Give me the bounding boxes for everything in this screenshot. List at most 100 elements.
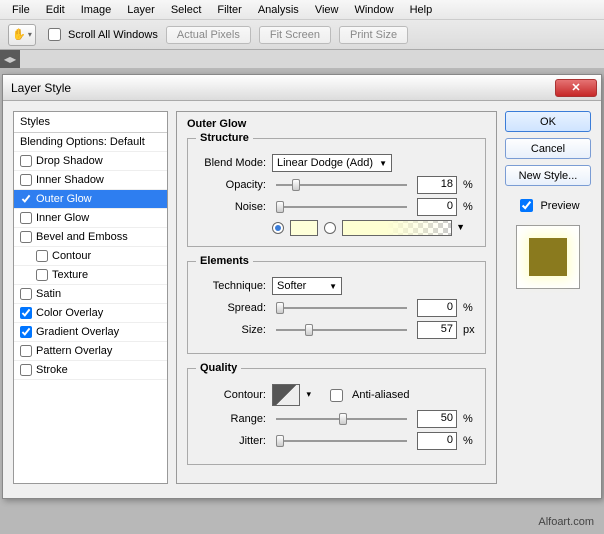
style-label: Texture <box>52 269 88 281</box>
gradient-radio[interactable] <box>324 222 336 234</box>
menu-edit[interactable]: Edit <box>38 2 73 18</box>
stroke-checkbox[interactable] <box>20 364 32 376</box>
technique-select[interactable]: Softer <box>272 277 342 295</box>
style-label: Satin <box>36 288 61 300</box>
menu-view[interactable]: View <box>307 2 347 18</box>
ok-button[interactable]: OK <box>505 111 591 132</box>
size-input[interactable]: 57 <box>417 321 457 339</box>
scroll-all-checkbox[interactable] <box>48 28 61 41</box>
close-button[interactable]: ✕ <box>555 79 597 97</box>
glow-color-swatch[interactable] <box>290 220 318 236</box>
style-satin[interactable]: Satin <box>14 285 167 304</box>
style-drop-shadow[interactable]: Drop Shadow <box>14 152 167 171</box>
gradient-overlay-checkbox[interactable] <box>20 326 32 338</box>
glow-gradient-picker[interactable] <box>342 220 452 236</box>
inner-shadow-checkbox[interactable] <box>20 174 32 186</box>
blend-mode-value: Linear Dodge (Add) <box>277 157 373 169</box>
hand-tool-icon[interactable]: ✋ <box>8 24 36 46</box>
style-label: Bevel and Emboss <box>36 231 128 243</box>
cancel-button[interactable]: Cancel <box>505 138 591 159</box>
unit-pct: % <box>463 302 477 314</box>
style-label: Pattern Overlay <box>36 345 112 357</box>
outer-glow-checkbox[interactable] <box>20 193 32 205</box>
noise-input[interactable]: 0 <box>417 198 457 216</box>
technique-value: Softer <box>277 280 306 292</box>
satin-checkbox[interactable] <box>20 288 32 300</box>
style-bevel-emboss[interactable]: Bevel and Emboss <box>14 228 167 247</box>
style-color-overlay[interactable]: Color Overlay <box>14 304 167 323</box>
opacity-slider[interactable] <box>276 178 407 192</box>
menu-window[interactable]: Window <box>346 2 401 18</box>
bevel-emboss-checkbox[interactable] <box>20 231 32 243</box>
actual-pixels-button[interactable]: Actual Pixels <box>166 26 251 44</box>
quality-group: Quality Contour: Anti-aliased Range: 50 … <box>187 362 486 465</box>
anti-aliased-checkbox[interactable] <box>330 389 343 402</box>
contour-picker[interactable] <box>272 384 300 406</box>
document-tabs: ◀▶ <box>0 50 604 68</box>
preview-checkbox[interactable] <box>520 199 533 212</box>
print-size-button[interactable]: Print Size <box>339 26 408 44</box>
jitter-slider[interactable] <box>276 434 407 448</box>
menu-filter[interactable]: Filter <box>209 2 249 18</box>
scroll-all-windows-checkbox[interactable]: Scroll All Windows <box>44 25 158 44</box>
pattern-overlay-checkbox[interactable] <box>20 345 32 357</box>
style-gradient-overlay[interactable]: Gradient Overlay <box>14 323 167 342</box>
unit-pct: % <box>463 179 477 191</box>
fit-screen-button[interactable]: Fit Screen <box>259 26 331 44</box>
preview-label: Preview <box>540 200 579 212</box>
style-outer-glow[interactable]: Outer Glow <box>14 190 167 209</box>
style-inner-shadow[interactable]: Inner Shadow <box>14 171 167 190</box>
new-style-button[interactable]: New Style... <box>505 165 591 186</box>
anti-aliased-label: Anti-aliased <box>352 389 409 401</box>
styles-header[interactable]: Styles <box>14 112 167 133</box>
blend-mode-select[interactable]: Linear Dodge (Add) <box>272 154 392 172</box>
blending-options-row[interactable]: Blending Options: Default <box>14 133 167 152</box>
style-label: Inner Shadow <box>36 174 104 186</box>
size-label: Size: <box>196 324 266 336</box>
style-contour[interactable]: Contour <box>14 247 167 266</box>
jitter-label: Jitter: <box>196 435 266 447</box>
range-slider[interactable] <box>276 412 407 426</box>
range-input[interactable]: 50 <box>417 410 457 428</box>
menu-file[interactable]: File <box>4 2 38 18</box>
size-slider[interactable] <box>276 323 407 337</box>
spread-slider[interactable] <box>276 301 407 315</box>
style-pattern-overlay[interactable]: Pattern Overlay <box>14 342 167 361</box>
color-radio[interactable] <box>272 222 284 234</box>
scroll-all-label: Scroll All Windows <box>68 29 158 41</box>
layer-style-dialog: Layer Style ✕ Styles Blending Options: D… <box>2 74 602 499</box>
preview-thumbnail <box>516 225 580 289</box>
menu-layer[interactable]: Layer <box>119 2 163 18</box>
opacity-input[interactable]: 18 <box>417 176 457 194</box>
style-label: Outer Glow <box>36 193 92 205</box>
settings-panel: Outer Glow Structure Blend Mode: Linear … <box>176 111 497 484</box>
dialog-title: Layer Style <box>7 81 71 95</box>
style-label: Contour <box>52 250 91 262</box>
spread-input[interactable]: 0 <box>417 299 457 317</box>
noise-slider[interactable] <box>276 200 407 214</box>
color-overlay-checkbox[interactable] <box>20 307 32 319</box>
menu-help[interactable]: Help <box>402 2 441 18</box>
options-bar: ✋ Scroll All Windows Actual Pixels Fit S… <box>0 20 604 50</box>
style-inner-glow[interactable]: Inner Glow <box>14 209 167 228</box>
technique-label: Technique: <box>196 280 266 292</box>
contour-checkbox[interactable] <box>36 250 48 262</box>
style-texture[interactable]: Texture <box>14 266 167 285</box>
preview-checkbox-row[interactable]: Preview <box>505 196 591 215</box>
menu-analysis[interactable]: Analysis <box>250 2 307 18</box>
elements-group: Elements Technique: Softer Spread: 0 % S… <box>187 255 486 354</box>
jitter-input[interactable]: 0 <box>417 432 457 450</box>
menu-select[interactable]: Select <box>163 2 210 18</box>
style-stroke[interactable]: Stroke <box>14 361 167 380</box>
inner-glow-checkbox[interactable] <box>20 212 32 224</box>
style-label: Stroke <box>36 364 68 376</box>
opacity-label: Opacity: <box>196 179 266 191</box>
drop-shadow-checkbox[interactable] <box>20 155 32 167</box>
menu-image[interactable]: Image <box>73 2 120 18</box>
spread-label: Spread: <box>196 302 266 314</box>
tab-scroll-arrows[interactable]: ◀▶ <box>0 50 20 68</box>
structure-group: Structure Blend Mode: Linear Dodge (Add)… <box>187 132 486 247</box>
contour-label: Contour: <box>196 389 266 401</box>
texture-checkbox[interactable] <box>36 269 48 281</box>
styles-list: Styles Blending Options: Default Drop Sh… <box>13 111 168 484</box>
